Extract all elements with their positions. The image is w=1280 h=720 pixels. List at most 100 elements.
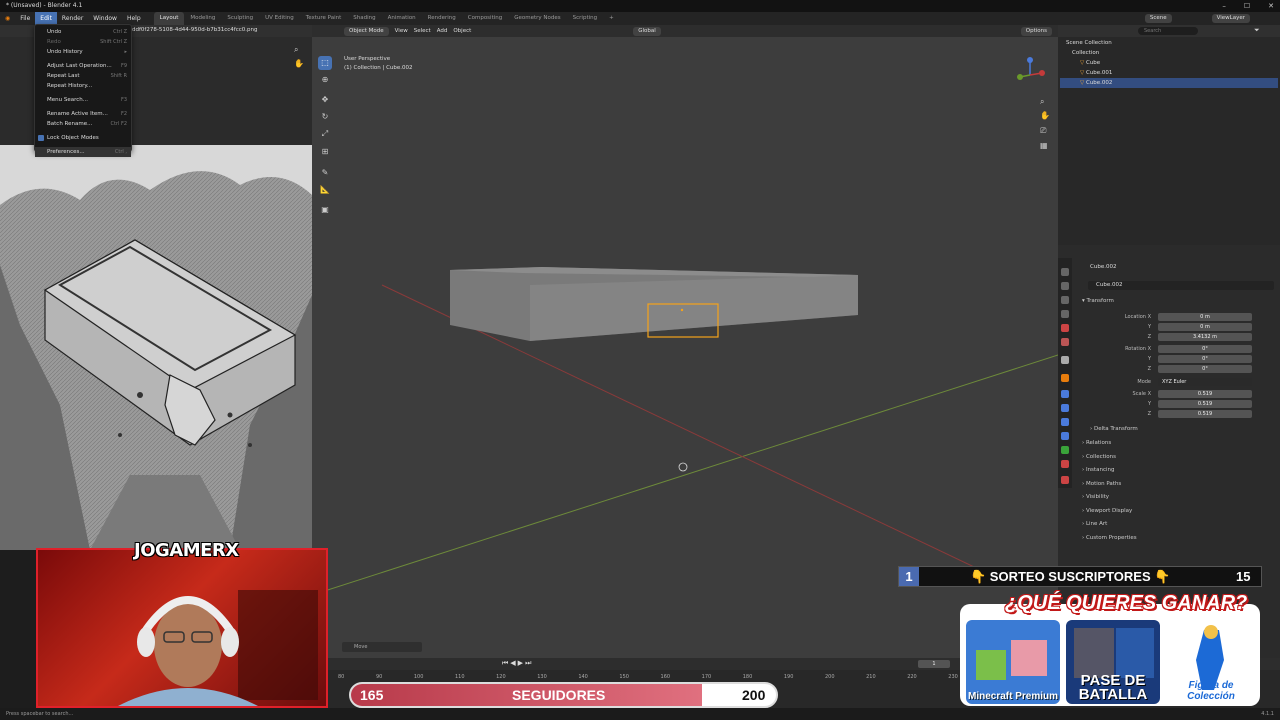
scale-tool[interactable]: ⤢	[318, 127, 332, 141]
output-tab-icon[interactable]	[1061, 296, 1069, 304]
outliner-item-cube-002[interactable]: ▽ Cube.002	[1060, 78, 1278, 88]
tool-tab-icon[interactable]	[1061, 268, 1069, 276]
close-icon[interactable]: ✕	[1268, 0, 1274, 12]
physics-tab-icon[interactable]	[1061, 418, 1069, 426]
rotation-mode-dropdown[interactable]: XYZ Euler	[1158, 378, 1252, 386]
outliner-item-cube[interactable]: ▽ Cube	[1060, 58, 1278, 68]
scale-y-field[interactable]: 0.519	[1158, 400, 1252, 408]
hand-pan-icon[interactable]: ✋	[1040, 111, 1050, 120]
measure-tool[interactable]: 📐	[318, 183, 332, 197]
location-x-field[interactable]: 0 m	[1158, 313, 1252, 321]
minimize-icon[interactable]: –	[1222, 0, 1226, 12]
menu-item-repeat-last[interactable]: Repeat Last Shift R	[35, 71, 131, 81]
navigation-gizmo[interactable]	[1014, 55, 1048, 95]
section-instancing[interactable]: › Instancing	[1082, 467, 1114, 473]
tab-shading[interactable]: Shading	[347, 12, 381, 25]
viewport-menu-add[interactable]: Add	[437, 28, 448, 34]
outliner-item-collection[interactable]: Collection	[1060, 48, 1278, 58]
orientation-dropdown[interactable]: Global	[633, 26, 661, 36]
move-tool[interactable]: ✥	[318, 93, 332, 107]
menu-item-undo-history[interactable]: Undo History ▸	[35, 47, 131, 57]
material-tab-icon[interactable]	[1061, 460, 1069, 468]
hand-pan-icon[interactable]: ✋	[294, 59, 304, 68]
rotation-x-field[interactable]: 0°	[1158, 345, 1252, 353]
orthographic-grid-icon[interactable]: ▦	[1040, 141, 1048, 150]
tab-sculpting[interactable]: Sculpting	[221, 12, 259, 25]
menu-item-repeat-history[interactable]: Repeat History...	[35, 81, 131, 91]
section-visibility[interactable]: › Visibility	[1082, 494, 1109, 500]
rotation-z-field[interactable]: 0°	[1158, 365, 1252, 373]
location-z-field[interactable]: 3.4132 m	[1158, 333, 1252, 341]
object-tab-icon[interactable]	[1061, 374, 1069, 382]
menu-item-adjust-last-operation[interactable]: Adjust Last Operation... F9	[35, 61, 131, 71]
add-workspace-icon[interactable]: +	[603, 12, 620, 25]
object-mode-dropdown[interactable]: Object Mode	[344, 26, 389, 36]
scene-tab-icon[interactable]	[1061, 324, 1069, 332]
world-tab-icon[interactable]	[1061, 338, 1069, 346]
section-relations[interactable]: › Relations	[1082, 440, 1111, 446]
transform-tool[interactable]: ⊞	[318, 145, 332, 159]
location-y-field[interactable]: 0 m	[1158, 323, 1252, 331]
section-delta-transform[interactable]: › Delta Transform	[1090, 426, 1138, 432]
viewport-menu-view[interactable]: View	[395, 28, 408, 34]
section-motion-paths[interactable]: › Motion Paths	[1082, 481, 1121, 487]
scale-x-field[interactable]: 0.519	[1158, 390, 1252, 398]
tab-uv-editing[interactable]: UV Editing	[259, 12, 300, 25]
tab-animation[interactable]: Animation	[382, 12, 422, 25]
menu-item-preferences[interactable]: Preferences... Ctrl ,	[35, 147, 131, 157]
modifier-tab-icon[interactable]	[1061, 390, 1069, 398]
annotate-tool[interactable]: ✎	[318, 166, 332, 180]
camera-view-icon[interactable]: ⎚	[1040, 126, 1046, 136]
menu-item-batch-rename[interactable]: Batch Rename... Ctrl F2	[35, 119, 131, 129]
menu-item-lock-object-modes[interactable]: Lock Object Modes	[35, 133, 131, 143]
filter-icon[interactable]: ⏷	[1254, 26, 1260, 35]
texture-tab-icon[interactable]	[1061, 476, 1069, 484]
scale-z-field[interactable]: 0.519	[1158, 410, 1252, 418]
collection-tab-icon[interactable]	[1061, 356, 1069, 364]
view-layer-selector[interactable]: ViewLayer	[1211, 14, 1250, 23]
particles-tab-icon[interactable]	[1061, 404, 1069, 412]
section-custom-properties[interactable]: › Custom Properties	[1082, 535, 1137, 541]
tab-modeling[interactable]: Modeling	[184, 12, 221, 25]
render-tab-icon[interactable]	[1061, 282, 1069, 290]
viewport-menu-object[interactable]: Object	[453, 28, 471, 34]
viewport-menu-select[interactable]: Select	[414, 28, 431, 34]
data-tab-icon[interactable]	[1061, 446, 1069, 454]
menu-file[interactable]: File	[15, 12, 35, 25]
tab-texture-paint[interactable]: Texture Paint	[300, 12, 348, 25]
rotation-y-field[interactable]: 0°	[1158, 355, 1252, 363]
image-filename[interactable]: ddf0f278-5108-4d44-950d-b7b31cc4fcc0.png	[132, 27, 258, 33]
rotate-tool[interactable]: ↻	[318, 110, 332, 124]
add-cube-tool[interactable]: ▣	[318, 203, 332, 217]
playback-controls[interactable]: ⏮◀▶⏭	[502, 659, 533, 668]
menu-item-menu-search[interactable]: Menu Search... F3	[35, 95, 131, 105]
constraints-tab-icon[interactable]	[1061, 432, 1069, 440]
tab-rendering[interactable]: Rendering	[422, 12, 462, 25]
current-frame-field[interactable]: 1	[918, 660, 950, 668]
zoom-icon[interactable]: ⌕	[294, 45, 298, 55]
tab-scripting[interactable]: Scripting	[567, 12, 603, 25]
menu-item-redo[interactable]: Redo Shift Ctrl Z	[35, 37, 131, 47]
tab-geometry-nodes[interactable]: Geometry Nodes	[508, 12, 566, 25]
tab-layout[interactable]: Layout	[153, 12, 185, 25]
menu-item-rename-active[interactable]: Rename Active Item... F2	[35, 109, 131, 119]
select-box-tool[interactable]: ⬚	[318, 56, 332, 70]
object-name-field[interactable]: Cube.002	[1088, 281, 1274, 290]
section-collections[interactable]: › Collections	[1082, 454, 1116, 460]
section-line-art[interactable]: › Line Art	[1082, 521, 1107, 527]
section-viewport-display[interactable]: › Viewport Display	[1082, 508, 1132, 514]
maximize-icon[interactable]: ☐	[1244, 0, 1250, 12]
view-layer-tab-icon[interactable]	[1061, 310, 1069, 318]
outliner-search[interactable]: Search	[1138, 27, 1198, 35]
options-dropdown[interactable]: Options	[1020, 26, 1052, 36]
scene-selector[interactable]: Scene	[1144, 14, 1172, 23]
menu-item-undo[interactable]: Undo Ctrl Z	[35, 27, 131, 37]
cursor-tool[interactable]: ⊕	[318, 73, 332, 87]
outliner-item-cube-001[interactable]: ▽ Cube.001	[1060, 68, 1278, 78]
zoom-icon[interactable]: ⌕	[1040, 97, 1044, 107]
transform-section-header[interactable]: ▾ Transform	[1082, 298, 1114, 304]
outliner-item-scene-collection[interactable]: Scene Collection	[1060, 38, 1278, 48]
last-operation-panel[interactable]: Move	[342, 642, 422, 652]
blender-logo-icon[interactable]: ◉	[0, 12, 15, 25]
tab-compositing[interactable]: Compositing	[462, 12, 508, 25]
